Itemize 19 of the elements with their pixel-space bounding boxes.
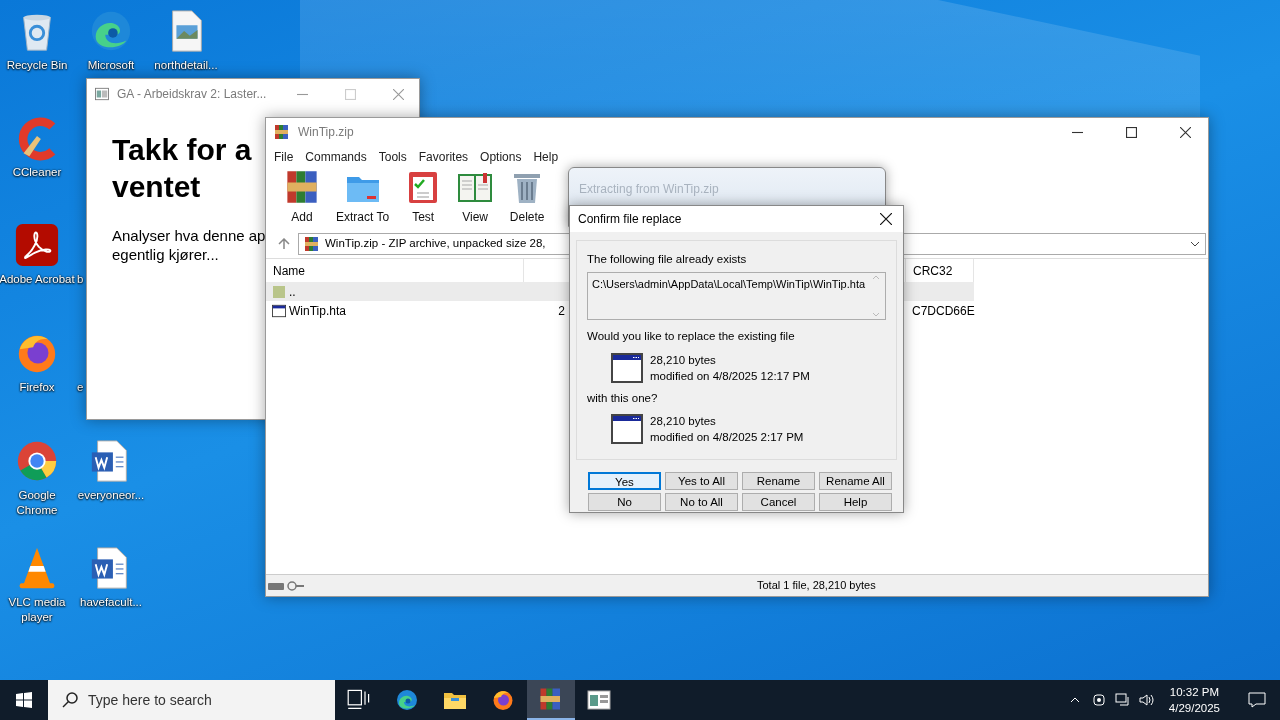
table-cell-text: C7DCD66E [912,302,975,320]
path-field: C:\Users\admin\AppData\Local\Temp\WinTip\WinTip.hta [587,272,886,321]
file-name: WinTip.hta [289,302,346,320]
file-size: 28,210 bytes [650,352,717,368]
file-size: 28,210 bytes [650,413,717,429]
window-title: WinTip.zip [298,124,354,141]
file-modified: modified on 4/8/2025 2:17 PM [650,429,804,445]
file-name: .. [289,283,296,301]
window-title: GA - Arbeidskrav 2: Laster... [117,86,267,103]
dialog-text: with this one? [587,390,659,406]
table-cell-text: 2 [558,302,565,320]
file-modified: modified on 4/8/2025 12:17 PM [650,368,810,384]
page-heading: Takk for a ventet [112,132,252,205]
window-title: Extracting from WinTip.zip [578,181,720,198]
dialog-text: Would you like to replace the existing file [587,329,796,345]
page-paragraph: Analyser hva denne ap egentlig kjører... [112,226,266,264]
status-text: Total 1 file, 28,210 bytes [757,578,876,594]
dialog-text: The following file already exists [587,252,748,267]
dialog-title: Confirm file replace [578,211,682,228]
